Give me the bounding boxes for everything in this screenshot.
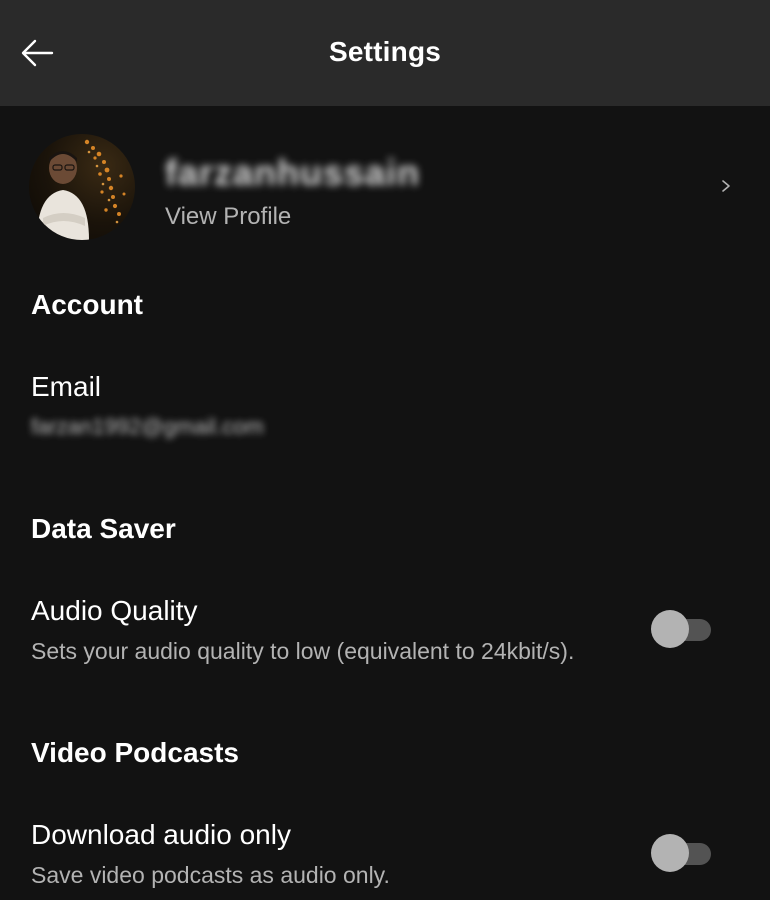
download-audio-only-label: Download audio only <box>31 819 291 850</box>
profile-row[interactable]: farzanhussain View Profile <box>0 132 770 244</box>
top-bar: Settings <box>0 0 770 106</box>
avatar <box>29 134 135 240</box>
settings-screen: Settings farzanhussain View Profile Acco… <box>0 0 770 900</box>
toggle-knob <box>651 834 689 872</box>
section-heading-data-saver: Data Saver <box>31 513 176 544</box>
profile-name: farzanhussain <box>165 152 421 193</box>
avatar-photo <box>37 139 126 240</box>
download-audio-only-toggle[interactable] <box>651 834 713 872</box>
toggle-knob <box>651 610 689 648</box>
email-value: farzan1992@gmail.com <box>31 414 264 439</box>
section-heading-account: Account <box>31 289 143 320</box>
section-heading-video-podcasts: Video Podcasts <box>31 737 240 768</box>
view-profile-label: View Profile <box>165 203 292 230</box>
chevron-right-icon <box>722 180 730 192</box>
download-audio-only-description: Save video podcasts as audio only. <box>31 862 390 888</box>
audio-quality-description: Sets your audio quality to low (equivale… <box>31 638 575 664</box>
page-title: Settings <box>328 36 442 67</box>
audio-quality-label: Audio Quality <box>31 595 198 626</box>
audio-quality-toggle[interactable] <box>651 610 713 648</box>
email-label: Email <box>31 371 102 402</box>
